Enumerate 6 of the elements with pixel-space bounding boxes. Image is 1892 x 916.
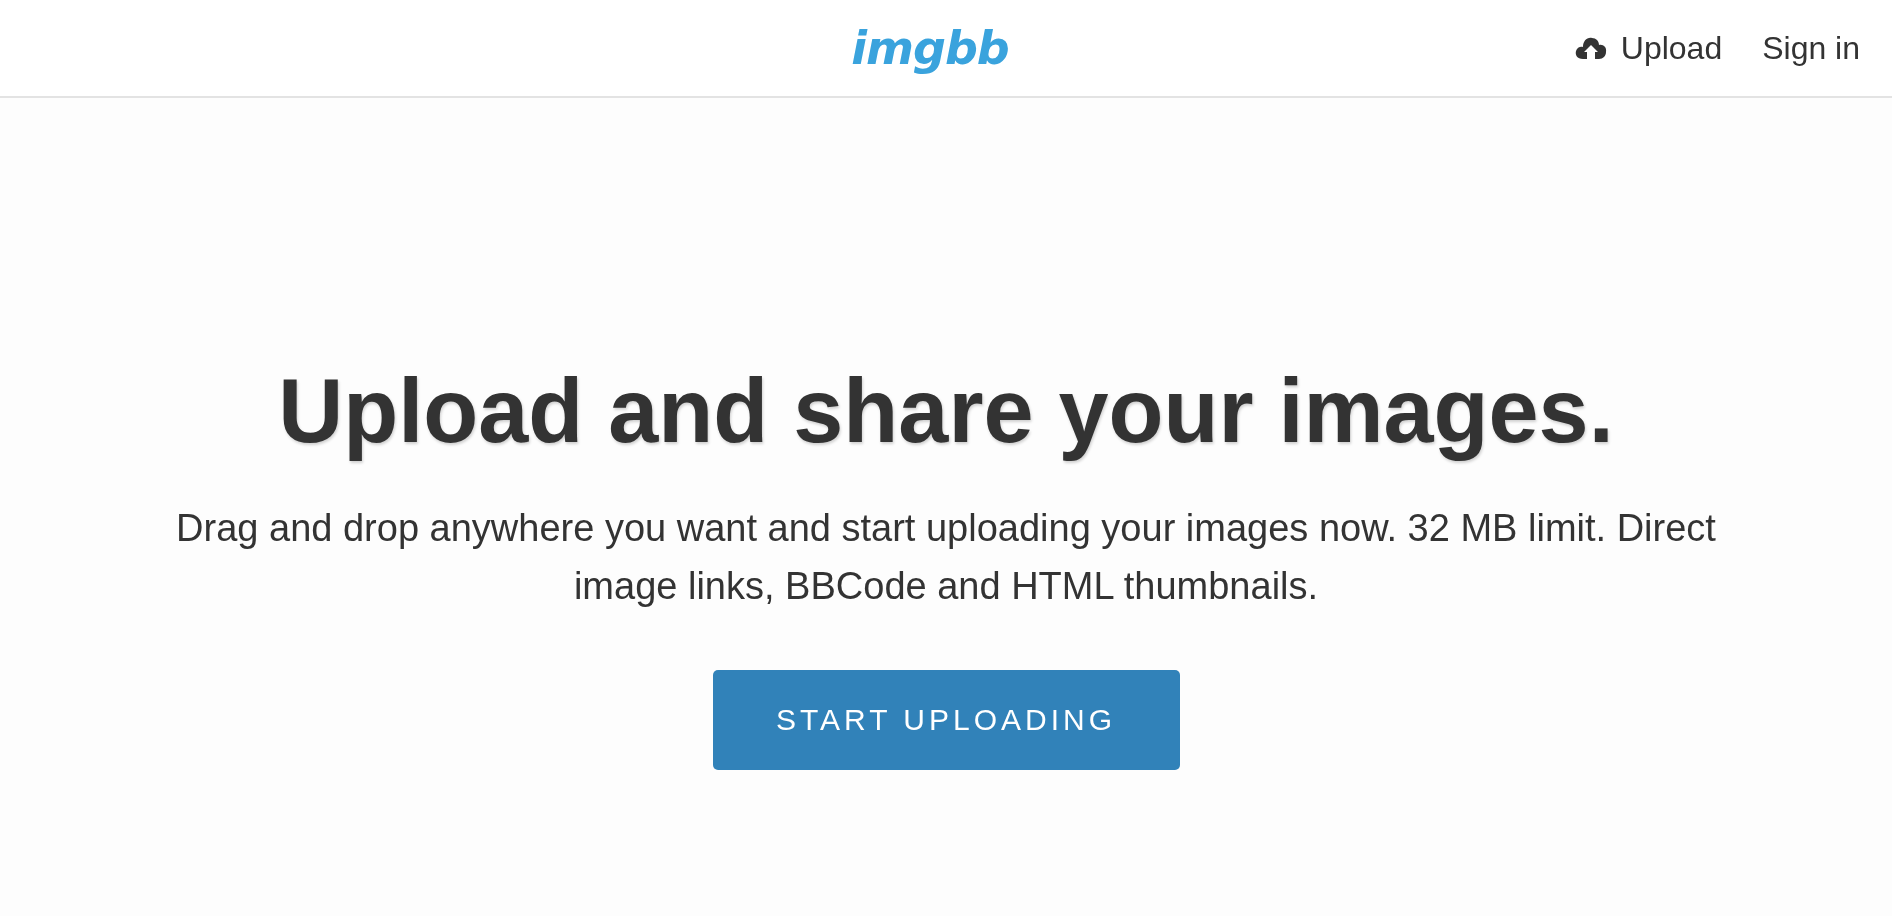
upload-link[interactable]: Upload	[1574, 29, 1723, 67]
cloud-upload-icon	[1574, 35, 1607, 61]
description: Drag and drop anywhere you want and start uploading your images now. 32 MB limit. Direct image links, BBCode and HTML thumbnails.	[175, 506, 1717, 609]
sign-in-link[interactable]: Sign in	[1762, 29, 1860, 67]
start-uploading-button[interactable]: START UPLOADING	[712, 670, 1180, 770]
headline: Upload and share your images.	[278, 360, 1614, 463]
